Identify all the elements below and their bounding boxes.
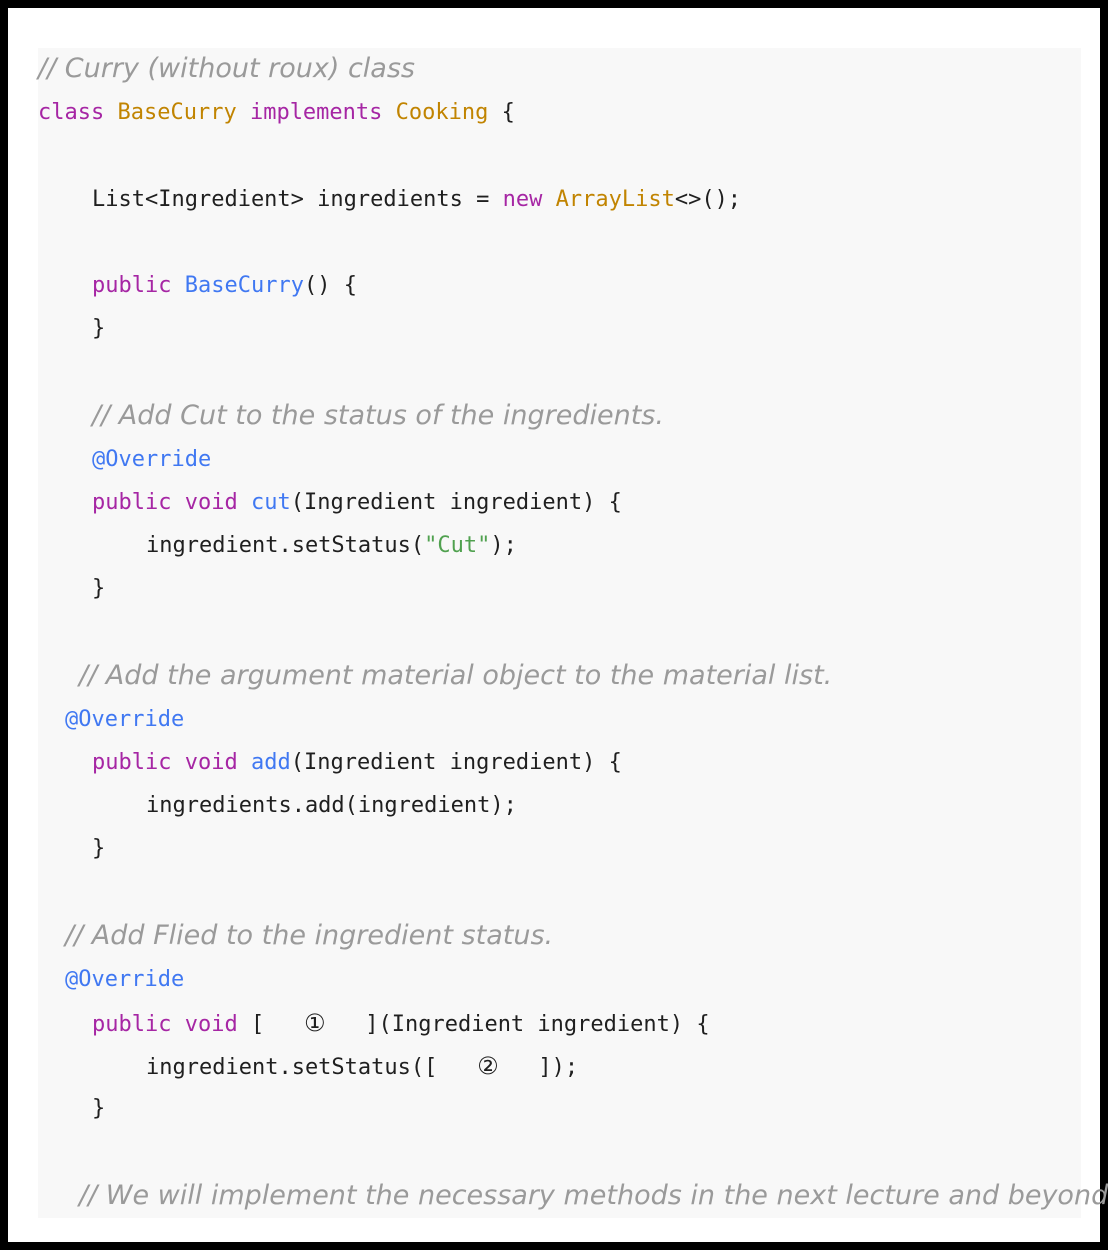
blank-1-marker: ① bbox=[303, 1009, 326, 1037]
fried-params: (Ingredient ingredient) { bbox=[378, 1012, 710, 1037]
fried-body-pre: ingredient.setStatus( bbox=[146, 1055, 425, 1080]
keyword-public: public bbox=[92, 273, 172, 298]
keyword-public: public bbox=[92, 490, 172, 515]
keyword-public: public bbox=[92, 750, 172, 775]
cut-method-signature: public void cut(Ingredient ingredient) { bbox=[92, 488, 622, 518]
override-annotation-cut: @Override bbox=[92, 447, 212, 472]
comment-next-lecture: // We will implement the necessary metho… bbox=[79, 1180, 1108, 1211]
blank-2-open-bracket: [ bbox=[424, 1055, 438, 1080]
method-name-cut: cut bbox=[250, 490, 291, 515]
constructor-close-brace: } bbox=[92, 316, 106, 341]
blank-2-marker: ② bbox=[477, 1052, 499, 1080]
cut-params: (Ingredient ingredient) { bbox=[290, 490, 622, 515]
comment-cut: // Add Cut to the status of the ingredie… bbox=[92, 400, 664, 431]
class-declaration: class BaseCurry implements Cooking { bbox=[38, 98, 515, 128]
code-block: // Curry (without roux) class class Base… bbox=[38, 48, 1108, 1218]
method-name-add: add bbox=[250, 750, 291, 775]
class-name: BaseCurry bbox=[117, 100, 237, 125]
keyword-class: class bbox=[38, 100, 105, 125]
add-method-signature: public void add(Ingredient ingredient) { bbox=[92, 748, 622, 778]
cut-string-literal: "Cut" bbox=[424, 533, 491, 558]
fried-method-signature: public void [ ① ](Ingredient ingredient)… bbox=[92, 1008, 710, 1040]
comment-add: // Add the argument material object to t… bbox=[79, 660, 833, 691]
keyword-new: new bbox=[502, 187, 543, 212]
cut-body-post: ); bbox=[490, 533, 517, 558]
keyword-public: public bbox=[92, 1012, 172, 1037]
fried-close-brace: } bbox=[92, 1096, 106, 1121]
class-open-brace: { bbox=[488, 100, 515, 125]
add-close-brace: } bbox=[92, 836, 106, 861]
comment-class: // Curry (without roux) class bbox=[38, 53, 415, 84]
keyword-void: void bbox=[184, 750, 238, 775]
add-params: (Ingredient ingredient) { bbox=[290, 750, 622, 775]
interface-name: Cooking bbox=[395, 100, 489, 125]
blank-1-close-bracket: ] bbox=[365, 1012, 379, 1037]
keyword-void: void bbox=[184, 1012, 238, 1037]
field-decl-end: <>(); bbox=[674, 187, 742, 212]
fried-body-post: ); bbox=[551, 1055, 579, 1080]
constructor-tail: () { bbox=[303, 273, 357, 298]
constructor-name: BaseCurry bbox=[184, 273, 304, 298]
field-declaration: List<Ingredient> ingredients = new Array… bbox=[92, 185, 741, 215]
add-method-body: ingredients.add(ingredient); bbox=[146, 793, 517, 818]
keyword-implements: implements bbox=[249, 100, 383, 125]
image-frame: // Curry (without roux) class class Base… bbox=[0, 0, 1108, 1250]
constructor-declaration: public BaseCurry() { bbox=[92, 271, 357, 301]
override-annotation-add: @Override bbox=[65, 707, 185, 732]
cut-body-pre: ingredient.setStatus( bbox=[146, 533, 425, 558]
fried-method-body: ingredient.setStatus([ ② ]); bbox=[146, 1051, 578, 1083]
cut-close-brace: } bbox=[92, 576, 106, 601]
comment-fried: // Add Flied to the ingredient status. bbox=[65, 920, 554, 951]
keyword-void: void bbox=[184, 490, 238, 515]
cut-method-body: ingredient.setStatus("Cut"); bbox=[146, 531, 517, 561]
blank-2-close-bracket: ] bbox=[538, 1055, 552, 1080]
arraylist-type: ArrayList bbox=[555, 187, 675, 212]
blank-1-open-bracket: [ bbox=[250, 1012, 265, 1037]
override-annotation-fried: @Override bbox=[65, 967, 185, 992]
field-decl-text: List<Ingredient> ingredients = bbox=[92, 187, 503, 212]
